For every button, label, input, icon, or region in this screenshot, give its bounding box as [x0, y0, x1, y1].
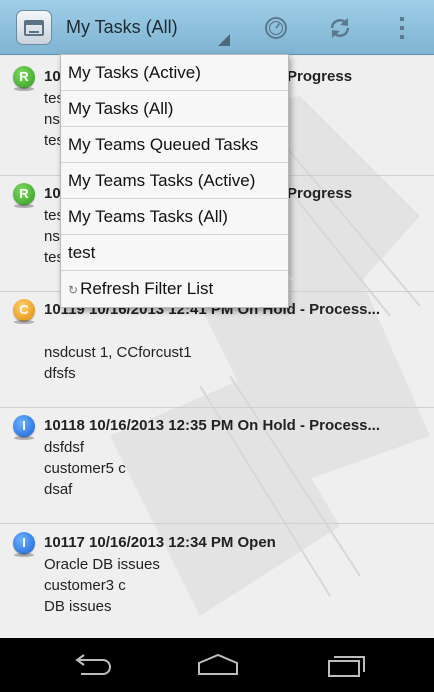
inbox-tray-icon[interactable] — [16, 10, 52, 45]
filter-spinner-title[interactable]: My Tasks (All) — [66, 17, 178, 38]
task-line-3: DB issues — [44, 598, 112, 615]
tray-line — [29, 31, 39, 33]
task-status: Progress — [287, 185, 353, 202]
menu-item-my-tasks-all[interactable]: My Tasks (All) — [61, 91, 288, 127]
task-header: 10117 10/16/2013 12:34 PM Open — [44, 534, 276, 551]
recent-apps-icon[interactable] — [321, 648, 371, 682]
badge-shadow — [14, 204, 34, 208]
badge-shadow — [14, 87, 34, 91]
status-badge: R — [13, 66, 35, 88]
badge-shadow — [14, 553, 34, 557]
status-badge: R — [13, 183, 35, 205]
badge-shadow — [14, 436, 34, 440]
task-status: Progress — [287, 68, 353, 85]
status-badge: I — [13, 532, 35, 554]
sync-icon[interactable] — [324, 12, 356, 44]
badge-shadow — [14, 320, 34, 324]
home-icon[interactable] — [193, 648, 243, 682]
filter-dropdown-menu: My Tasks (Active) My Tasks (All) My Team… — [60, 54, 289, 308]
task-row[interactable]: I 10118 10/16/2013 12:35 PM On Hold - Pr… — [0, 408, 434, 524]
menu-item-my-teams-active[interactable]: My Teams Tasks (Active) — [61, 163, 288, 199]
tray-shape — [24, 20, 44, 36]
task-header: 10118 10/16/2013 12:35 PM On Hold - Proc… — [44, 417, 381, 434]
task-id: 10 — [44, 68, 61, 85]
menu-item-refresh-filter-list[interactable]: ↻ Refresh Filter List — [61, 271, 288, 307]
task-id: 10 — [44, 185, 61, 202]
back-icon[interactable] — [66, 648, 116, 682]
clock-icon[interactable] — [260, 12, 292, 44]
menu-item-my-tasks-active[interactable]: My Tasks (Active) — [61, 55, 288, 91]
task-line-2: customer5 c — [44, 460, 126, 477]
task-line-2: customer3 c — [44, 577, 126, 594]
status-badge: C — [13, 299, 35, 321]
task-row[interactable]: I 10117 10/16/2013 12:34 PM Open Oracle … — [0, 524, 434, 638]
menu-item-test[interactable]: test — [61, 235, 288, 271]
task-row[interactable]: C 10119 10/16/2013 12:41 PM On Hold - Pr… — [0, 292, 434, 408]
menu-item-my-teams-all[interactable]: My Teams Tasks (All) — [61, 199, 288, 235]
overflow-menu-icon[interactable] — [386, 12, 418, 44]
system-nav-bar — [0, 638, 434, 692]
task-line-2: nsdcust 1, CCforcust1 — [44, 344, 192, 361]
task-line-3: dsaf — [44, 481, 73, 498]
spinner-indicator-icon[interactable] — [218, 34, 230, 46]
refresh-label: Refresh Filter List — [80, 279, 214, 298]
task-line-1: Oracle DB issues — [44, 556, 160, 573]
task-line-1: dsfdsf — [44, 439, 85, 456]
action-bar: My Tasks (All) — [0, 0, 434, 55]
status-badge: I — [13, 415, 35, 437]
task-line-3: dfsfs — [44, 365, 76, 382]
task-line-2: ns — [44, 228, 60, 245]
task-line-2: ns — [44, 111, 60, 128]
refresh-icon: ↻ — [68, 283, 79, 297]
menu-item-my-teams-queued[interactable]: My Teams Queued Tasks — [61, 127, 288, 163]
